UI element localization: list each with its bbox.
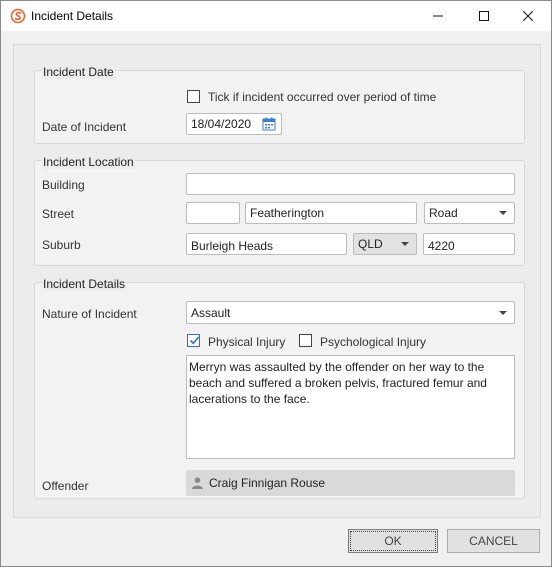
state-select[interactable]: QLD (353, 233, 417, 255)
offender-field[interactable]: Craig Finnigan Rouse (186, 470, 515, 496)
building-label: Building (42, 178, 85, 192)
offender-value: Craig Finnigan Rouse (209, 476, 326, 490)
close-icon (523, 11, 533, 21)
incident-details-group: Incident Details Nature of Incident Assa… (34, 277, 525, 499)
street-number-field[interactable] (186, 202, 240, 224)
nature-of-incident-label: Nature of Incident (42, 307, 137, 321)
suburb-label: Suburb (42, 238, 81, 252)
nature-of-incident-select[interactable]: Assault (186, 301, 515, 324)
minimize-icon (433, 15, 443, 17)
title-bar[interactable]: Incident Details (1, 1, 551, 31)
period-of-time-checkbox[interactable] (187, 90, 200, 103)
incident-location-group: Incident Location Building Street Feathe… (34, 155, 525, 266)
postcode-field[interactable]: 4220 (423, 233, 515, 255)
incident-details-window: Incident Details Incident Date Tick if i… (0, 0, 552, 567)
incident-description-textarea[interactable]: Merryn was assaulted by the offender on … (186, 355, 515, 459)
date-of-incident-label: Date of Incident (42, 120, 127, 134)
street-name-field[interactable]: Featherington (245, 202, 417, 224)
date-of-incident-field[interactable]: 18/04/2020 (186, 113, 282, 135)
chevron-down-icon (499, 311, 507, 315)
suburb-field[interactable]: Burleigh Heads (186, 233, 347, 255)
period-of-time-label: Tick if incident occurred over period of… (208, 90, 437, 104)
person-icon (192, 477, 203, 489)
nature-of-incident-value: Assault (191, 306, 231, 320)
state-value: QLD (358, 237, 383, 251)
psychological-injury-checkbox[interactable] (299, 334, 312, 347)
offender-label: Offender (42, 479, 89, 493)
maximize-icon (479, 11, 489, 21)
incident-location-group-title: Incident Location (42, 155, 135, 169)
checkmark-icon (189, 336, 200, 345)
incident-date-group: Incident Date Tick if incident occurred … (34, 65, 525, 144)
street-type-select[interactable]: Road (424, 202, 515, 224)
window-title: Incident Details (31, 9, 114, 23)
ok-button[interactable]: OK (348, 529, 438, 553)
physical-injury-label: Physical Injury (208, 335, 286, 349)
dialog-content: Incident Date Tick if incident occurred … (13, 44, 541, 518)
incident-date-group-title: Incident Date (42, 65, 115, 79)
physical-injury-checkbox[interactable] (187, 334, 200, 347)
cancel-button[interactable]: CANCEL (447, 529, 540, 553)
chevron-down-icon (401, 242, 409, 246)
street-label: Street (42, 207, 75, 221)
close-button[interactable] (505, 1, 551, 31)
building-field[interactable] (186, 173, 515, 195)
minimize-button[interactable] (415, 1, 461, 31)
psychological-injury-label: Psychological Injury (320, 335, 427, 349)
incident-details-group-title: Incident Details (42, 277, 127, 291)
maximize-button[interactable] (461, 1, 507, 31)
chevron-down-icon (499, 211, 507, 215)
street-type-value: Road (429, 206, 458, 220)
sync-logo-icon (10, 8, 26, 24)
calendar-icon[interactable] (262, 117, 276, 131)
date-of-incident-value: 18/04/2020 (191, 117, 252, 131)
